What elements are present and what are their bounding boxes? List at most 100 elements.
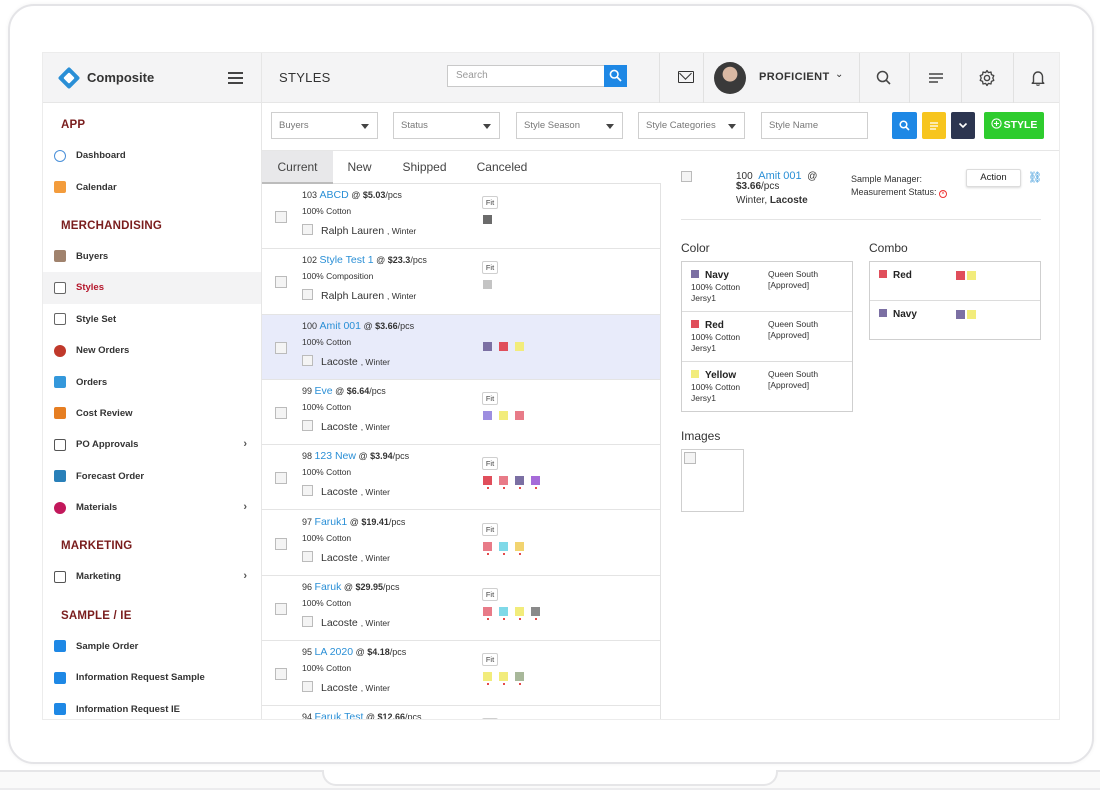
- fit-badge[interactable]: Fit: [482, 196, 498, 209]
- gear-icon[interactable]: [977, 68, 997, 88]
- sidebar-item-cost-review[interactable]: Cost Review: [43, 398, 261, 429]
- search-button[interactable]: [604, 65, 627, 87]
- plus-circle-icon: [990, 118, 1002, 129]
- sidebar-item-orders[interactable]: Orders: [43, 366, 261, 397]
- fit-badge[interactable]: Fit: [482, 391, 498, 405]
- add-style-button[interactable]: STYLE: [984, 112, 1044, 139]
- table-row[interactable]: 102 Style Test 1 @ $23.3/pcs 100% Composi…: [262, 249, 660, 315]
- mail-icon[interactable]: [678, 71, 694, 83]
- supplier-name: Queen South: [768, 269, 819, 279]
- sidebar-item-sample-order[interactable]: Sample Order: [43, 631, 261, 662]
- sidebar-item-forecast-order[interactable]: Forecast Order: [43, 461, 261, 492]
- combo-swatch: [967, 310, 976, 319]
- style-name-link[interactable]: Faruk: [315, 581, 342, 593]
- buyer-name: Lacoste: [321, 551, 358, 564]
- chevron-down-icon[interactable]: ⌄: [835, 69, 843, 80]
- color-name-text: Yellow: [705, 370, 737, 381]
- menu-lines-icon[interactable]: [926, 68, 946, 88]
- color-item[interactable]: Navy 100% Cotton Jersy1 Queen South [Approve…: [682, 262, 852, 312]
- sidebar-item-label: Materials: [76, 502, 118, 514]
- table-row[interactable]: 97 Faruk1 @ $19.41/pcs 100% Cotton Lacoste…: [262, 510, 660, 576]
- color-item[interactable]: Red 100% Cotton Jersy1 Queen South [Approved…: [682, 312, 852, 362]
- sidebar-item-dashboard[interactable]: Dashboard: [43, 140, 261, 171]
- status-select[interactable]: Status: [393, 112, 500, 139]
- section-title: MERCHANDISING: [61, 219, 162, 232]
- table-row[interactable]: 95 LA 2020 @ $4.18/pcs 100% Cotton Lacoste…: [262, 641, 660, 707]
- sidebar-item-styles[interactable]: Styles: [43, 272, 261, 304]
- sidebar-item-style-set[interactable]: Style Set: [43, 304, 261, 335]
- style-material: 100% Cotton: [302, 597, 352, 608]
- image-thumbnail[interactable]: [681, 449, 744, 512]
- fit-badge[interactable]: Fit: [482, 261, 498, 275]
- sidebar-item-information-request-ie[interactable]: Information Request IE: [43, 693, 261, 719]
- search-icon[interactable]: [874, 68, 894, 88]
- sidebar-item-label: Sample Order: [76, 640, 139, 652]
- sort-button[interactable]: [922, 112, 946, 139]
- style-name-link[interactable]: Faruk Test: [315, 711, 364, 719]
- table-row[interactable]: 96 Faruk @ $29.95/pcs 100% Cotton Lacoste …: [262, 575, 660, 642]
- table-row[interactable]: 103 ABCD @ $5.03/pcs 100% Cotton Ralph Lau…: [262, 184, 660, 250]
- tab-current[interactable]: Current: [262, 151, 333, 184]
- style-name-input[interactable]: Style Name: [761, 112, 868, 139]
- buyer-logo: [302, 419, 313, 431]
- buyers-select[interactable]: Buyers: [271, 112, 378, 139]
- table-row[interactable]: 100 Amit 001 @ $3.66/pcs 100% Cotton Lacos…: [262, 314, 660, 380]
- tab-canceled[interactable]: Canceled: [466, 151, 538, 184]
- color-details: 100% Cotton Jersy1: [691, 382, 740, 404]
- fit-badge[interactable]: Fit: [482, 587, 498, 601]
- sidebar-item-po-approvals[interactable]: PO Approvals ›: [43, 429, 261, 460]
- style-name-link[interactable]: Amit 001: [320, 320, 361, 332]
- tab-shipped[interactable]: Shipped: [388, 151, 461, 184]
- sidebar-item-information-request-sample[interactable]: Information Request Sample: [43, 662, 261, 693]
- sidebar-item-calendar[interactable]: Calendar: [43, 171, 261, 202]
- swatch-marker: [487, 683, 489, 686]
- sidebar-item-buyers[interactable]: Buyers: [43, 241, 261, 272]
- link-icon[interactable]: ⛓: [1028, 171, 1042, 184]
- style-name-link[interactable]: Style Test 1: [320, 254, 374, 266]
- hamburger-menu-icon[interactable]: [228, 72, 243, 84]
- color-swatch: [499, 476, 508, 486]
- search-input[interactable]: Search: [447, 65, 605, 87]
- action-button[interactable]: Action: [966, 169, 1021, 187]
- color-swatch: [499, 341, 508, 351]
- style-name-link[interactable]: ABCD: [320, 189, 349, 201]
- combo-item[interactable]: Red: [870, 262, 1040, 301]
- color-item[interactable]: Yellow 100% Cotton Jersy1 Queen South [Appro…: [682, 362, 852, 412]
- style-number: 95: [302, 647, 313, 658]
- color-swatch: [483, 541, 492, 551]
- color-card: Navy 100% Cotton Jersy1 Queen South [Approve…: [681, 261, 853, 412]
- style-name-link[interactable]: LA 2020: [315, 646, 354, 658]
- fit-badge[interactable]: Fit: [482, 653, 498, 667]
- sidebar-item-materials[interactable]: Materials ›: [43, 492, 261, 523]
- sidebar-item-label: Calendar: [76, 181, 117, 193]
- tab-new[interactable]: New: [333, 151, 386, 184]
- style-heading: 103 ABCD @ $5.03/pcs: [302, 189, 402, 201]
- sidebar-nav: APP Dashboard Calendar MERCHANDISING Buyers S…: [43, 116, 261, 719]
- combo-item[interactable]: Navy: [870, 301, 1040, 340]
- sidebar-item-marketing[interactable]: Marketing ›: [43, 561, 261, 592]
- style-price: $29.95: [355, 581, 384, 592]
- style-categories-select[interactable]: Style Categories: [638, 112, 745, 139]
- fit-badge[interactable]: Fit: [482, 522, 498, 536]
- table-row[interactable]: 98 123 New @ $3.94/pcs 100% Cotton Lacoste…: [262, 445, 660, 511]
- table-row[interactable]: 99 Eve @ $6.64/pcs 100% Cotton Lacoste , W…: [262, 379, 660, 446]
- style-heading: 99 Eve @ $6.64/pcs: [302, 384, 386, 397]
- style-price-unit: /pcs: [410, 255, 427, 266]
- table-row[interactable]: 94 Faruk Test @ $12.66/pcs Fit: [262, 706, 660, 719]
- style-season-select[interactable]: Style Season: [516, 112, 623, 139]
- style-name-link[interactable]: Eve: [315, 385, 333, 397]
- fit-badge[interactable]: Fit: [482, 457, 498, 471]
- expand-filters-button[interactable]: [951, 112, 975, 139]
- style-season: , Winter: [360, 487, 390, 498]
- bell-icon[interactable]: [1028, 68, 1048, 88]
- style-name-link[interactable]: Faruk1: [315, 516, 348, 528]
- sidebar-item-new-orders[interactable]: New Orders: [43, 335, 261, 366]
- style-name-link[interactable]: 123 New: [315, 450, 356, 462]
- search-icon: [899, 120, 910, 131]
- avatar[interactable]: [714, 62, 746, 94]
- chevron-right-icon: ›: [243, 500, 247, 513]
- user-name[interactable]: PROFICIENT: [759, 71, 830, 83]
- fit-badge[interactable]: Fit: [482, 718, 498, 719]
- filter-search-button[interactable]: [892, 112, 917, 139]
- style-buyer: Ralph Lauren , Winter: [302, 224, 416, 237]
